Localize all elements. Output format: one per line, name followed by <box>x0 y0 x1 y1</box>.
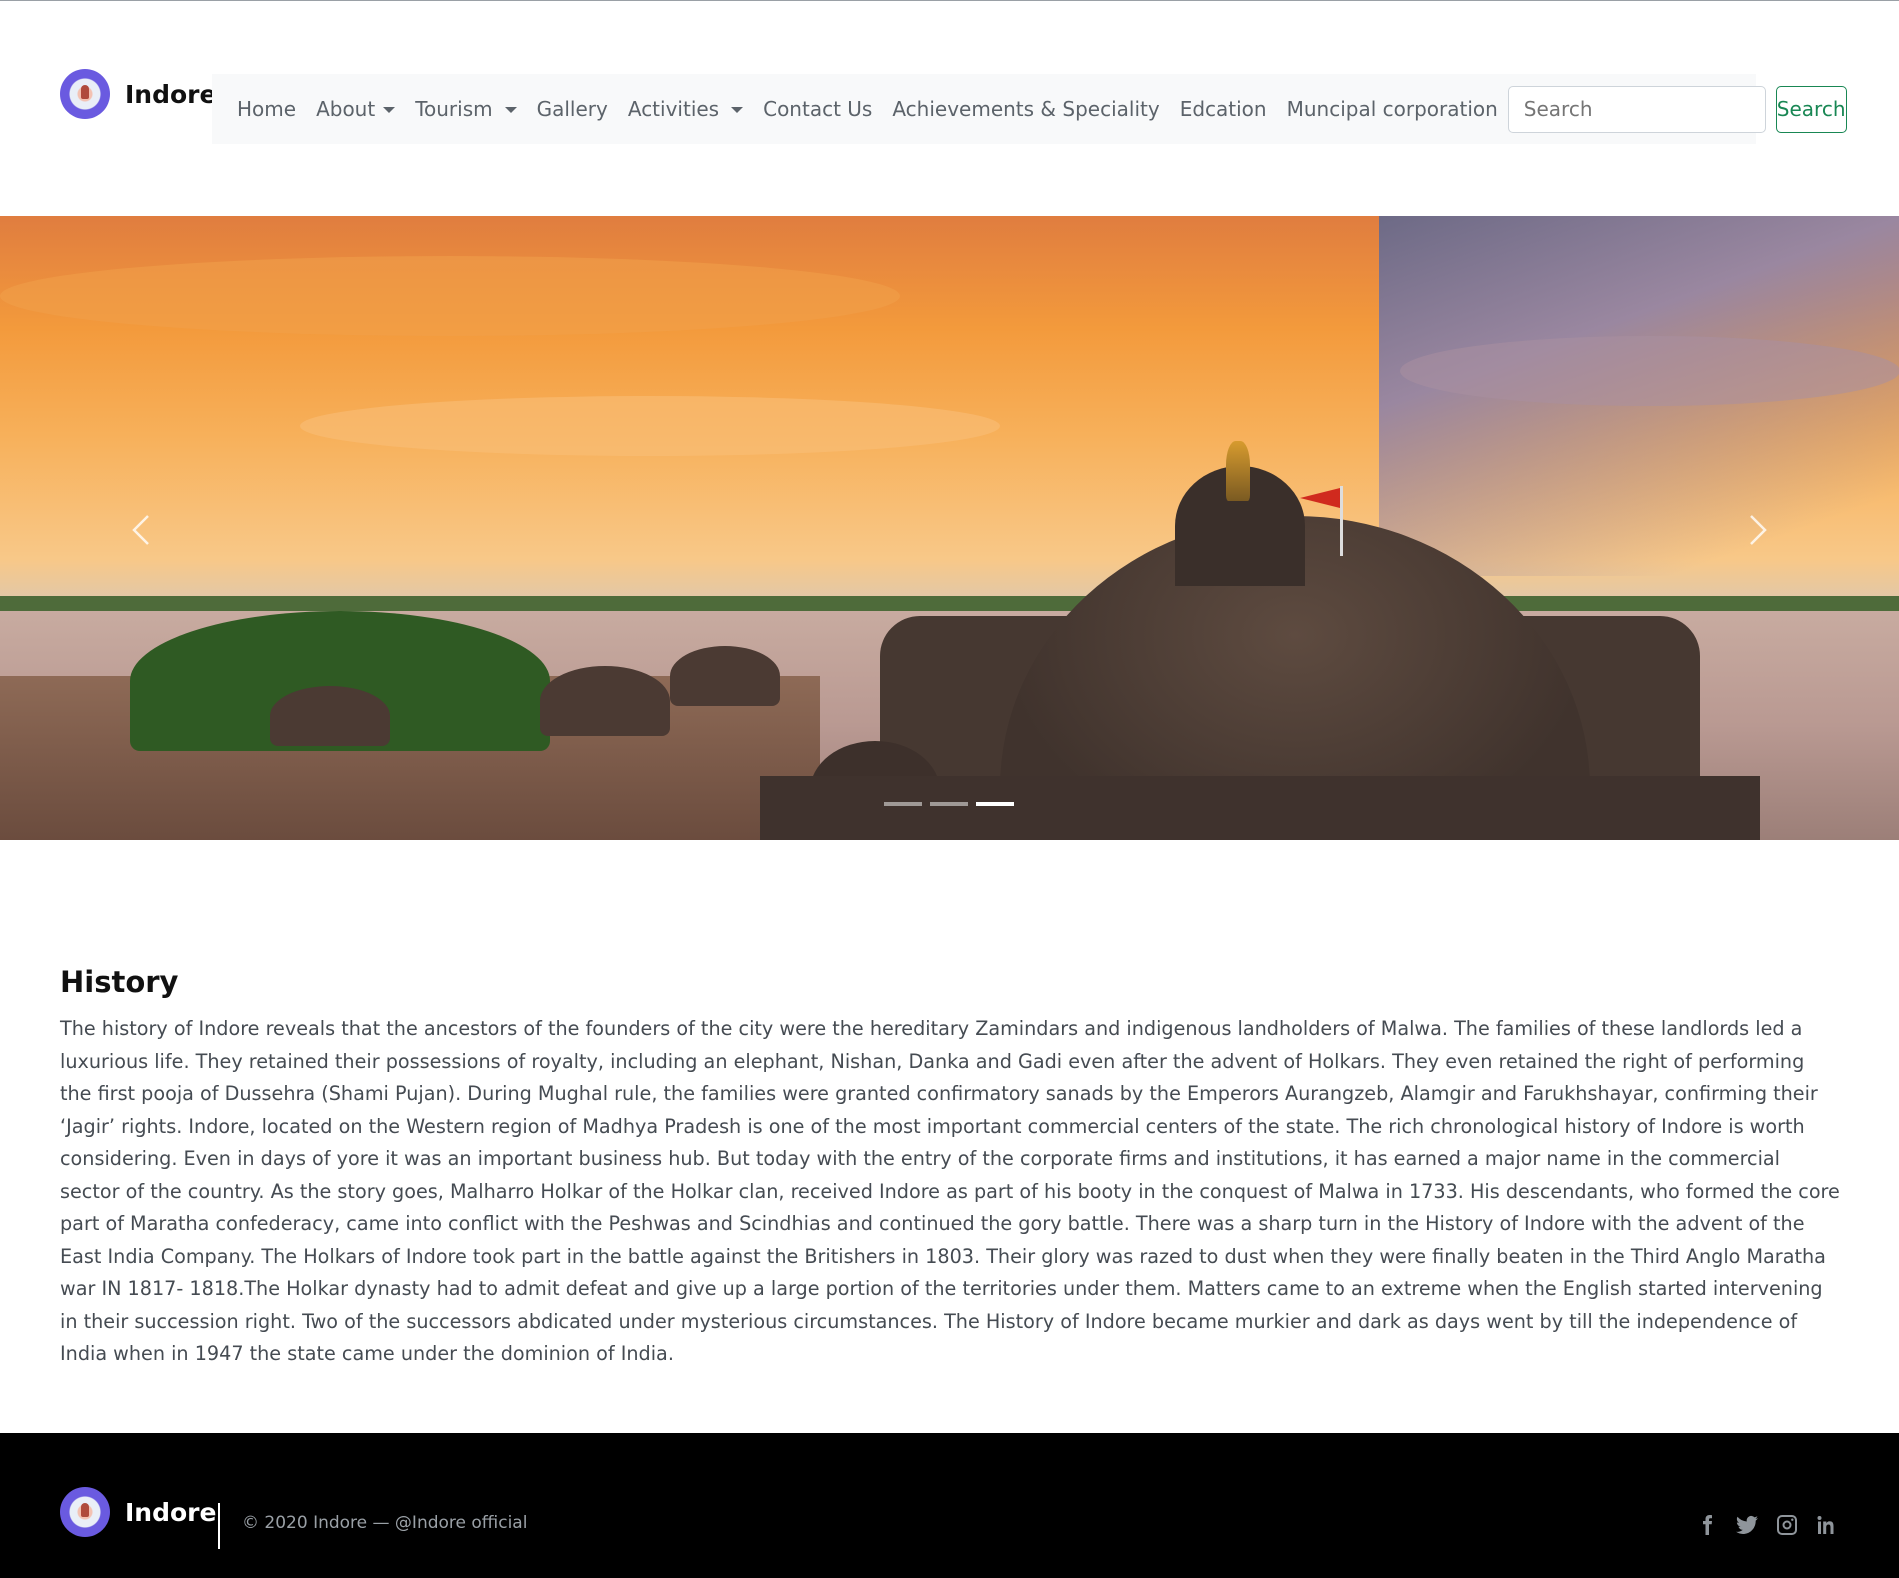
nav-municipal-corporation[interactable]: Muncipal corporation <box>1287 97 1498 121</box>
top-border <box>0 0 1899 1</box>
hero-carousel[interactable] <box>0 216 1899 840</box>
temple-finial <box>1226 441 1250 501</box>
nav-home[interactable]: Home <box>237 97 296 121</box>
instagram-icon[interactable] <box>1775 1513 1799 1537</box>
cloud-streak <box>0 256 900 336</box>
carousel-indicator-1[interactable] <box>884 802 922 806</box>
indore-logo-icon <box>60 1487 110 1537</box>
search-input[interactable] <box>1507 85 1766 133</box>
carousel-indicators <box>884 802 1014 806</box>
chevron-left-icon[interactable] <box>122 510 162 550</box>
facebook-icon[interactable] <box>1695 1513 1719 1537</box>
small-temple-dome <box>670 646 780 706</box>
nav-education-label: Edcation <box>1179 97 1267 121</box>
main-navbar: Home About Tourism Gallery Activities Co… <box>212 74 1847 144</box>
nav-tourism-label: Tourism <box>415 97 493 121</box>
nav-achievements[interactable]: Achievements & Speciality <box>892 97 1159 121</box>
history-body: The history of Indore reveals that the a… <box>60 1017 1840 1365</box>
brand-name: Indore <box>125 79 217 109</box>
flagpole <box>1340 486 1343 556</box>
nav-tourism-dropdown[interactable]: Tourism <box>415 97 517 121</box>
footer-divider <box>218 1503 220 1549</box>
chevron-right-icon[interactable] <box>1737 510 1777 550</box>
search-button[interactable]: Search <box>1775 85 1847 133</box>
history-title: History <box>60 965 179 999</box>
cloud-streak <box>300 396 1000 456</box>
nav-activities-label: Activities <box>627 97 720 121</box>
nav-gallery-label: Gallery <box>536 97 608 121</box>
small-temple-dome <box>270 686 390 746</box>
nav-gallery[interactable]: Gallery <box>537 97 608 121</box>
flag <box>1300 488 1340 508</box>
nav-about-dropdown[interactable]: About <box>316 97 396 121</box>
footer-brand[interactable]: Indore <box>60 1487 216 1537</box>
footer: Indore © 2020 Indore — @Indore official <box>0 1433 1899 1578</box>
caret-down-icon <box>383 107 396 113</box>
footer-brand-name: Indore <box>125 1497 217 1527</box>
caret-down-icon <box>504 107 517 113</box>
nav-about-label: About <box>316 97 376 121</box>
indore-logo-icon <box>60 69 110 119</box>
cloud-streak <box>1400 336 1899 406</box>
nav-achievements-label: Achievements & Speciality <box>892 97 1160 121</box>
history-section: History The history of Indore reveals th… <box>60 965 1840 1371</box>
caret-down-icon <box>731 107 744 113</box>
temple-base <box>760 776 1760 840</box>
social-links <box>1695 1513 1839 1537</box>
carousel-indicator-2[interactable] <box>930 802 968 806</box>
nav-activities-dropdown[interactable]: Activities <box>627 97 744 121</box>
linkedin-icon[interactable] <box>1815 1513 1839 1537</box>
carousel-indicator-3[interactable] <box>976 802 1014 806</box>
brand[interactable]: Indore <box>60 69 216 119</box>
nav-contact-label: Contact Us <box>763 97 873 121</box>
nav-education[interactable]: Edcation <box>1180 97 1267 121</box>
copyright-text: © 2020 Indore — @Indore official <box>242 1513 528 1533</box>
twitter-icon[interactable] <box>1735 1513 1759 1537</box>
nav-home-label: Home <box>237 97 297 121</box>
nav-municipal-label: Muncipal corporation <box>1286 97 1498 121</box>
small-temple-dome <box>540 666 670 736</box>
nav-contact-us[interactable]: Contact Us <box>763 97 872 121</box>
